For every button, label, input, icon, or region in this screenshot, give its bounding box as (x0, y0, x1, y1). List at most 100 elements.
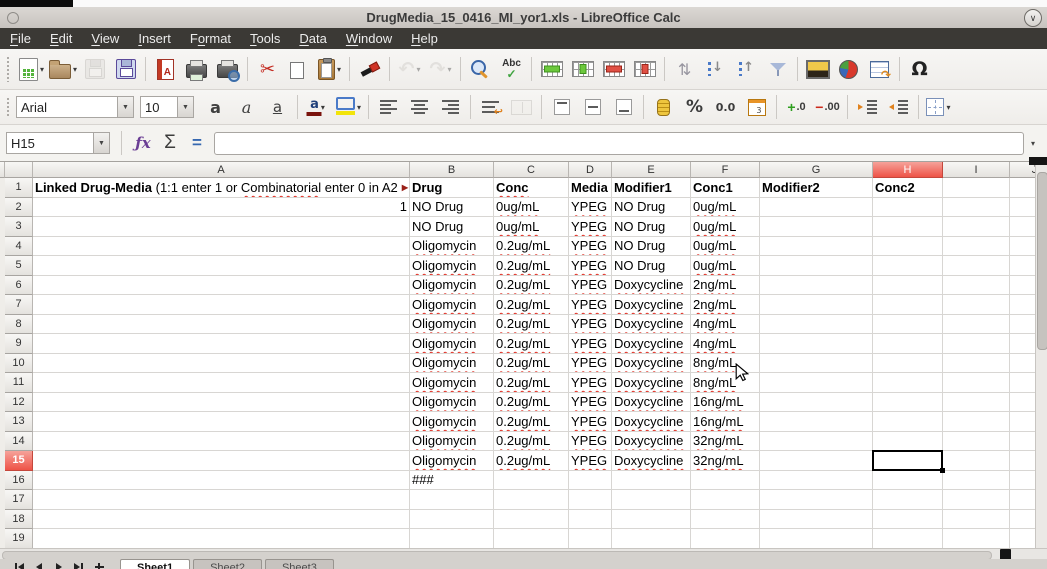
cell-I17[interactable] (943, 490, 1010, 510)
cell-G6[interactable] (760, 276, 873, 296)
row-header-19[interactable]: 19 (5, 529, 33, 548)
dropdown-arrow-icon[interactable]: ▾ (357, 103, 361, 112)
column-header-F[interactable]: F (691, 162, 760, 178)
menu-window[interactable]: Window (346, 31, 392, 46)
cell-I14[interactable] (943, 432, 1010, 452)
cell-J9[interactable] (1010, 334, 1035, 354)
cell-F10[interactable]: 8ng/mL (691, 354, 760, 374)
cell-E12[interactable]: Doxycycline (612, 393, 691, 413)
cell-E7[interactable]: Doxycycline (612, 295, 691, 315)
date-format-button[interactable] (741, 92, 772, 122)
cell-A5[interactable] (33, 256, 410, 276)
cell-D12[interactable]: YPEG (569, 393, 612, 413)
sort-button[interactable]: ⇅ (669, 54, 700, 84)
open-button[interactable]: ▾ (47, 54, 79, 84)
spelling-button[interactable]: Abc (496, 54, 527, 84)
menu-insert[interactable]: Insert (138, 31, 171, 46)
cell-B6[interactable]: Oligomycin (410, 276, 494, 296)
cell-E3[interactable]: NO Drug (612, 217, 691, 237)
cell-J5[interactable] (1010, 256, 1035, 276)
cell-B14[interactable]: Oligomycin (410, 432, 494, 452)
formula-input[interactable] (214, 132, 1024, 155)
menu-data[interactable]: Data (299, 31, 326, 46)
fill-handle[interactable] (940, 468, 945, 473)
dropdown-arrow-icon[interactable]: ▾ (447, 65, 451, 74)
row-header-9[interactable]: 9 (5, 334, 33, 354)
name-box[interactable]: ▼ (6, 132, 110, 154)
cell-F8[interactable]: 4ng/mL (691, 315, 760, 335)
cell-I6[interactable] (943, 276, 1010, 296)
last-sheet-button[interactable] (72, 561, 86, 569)
cell-J14[interactable] (1010, 432, 1035, 452)
cell-H1[interactable]: Conc2 (873, 178, 943, 198)
cell-B4[interactable]: Oligomycin (410, 237, 494, 257)
align-center-button[interactable] (404, 92, 435, 122)
highlight-color-button[interactable]: ▾ (333, 92, 364, 122)
cell-A3[interactable] (33, 217, 410, 237)
cell-F2[interactable]: 0ug/mL (691, 198, 760, 218)
italic-button[interactable]: a (231, 92, 262, 122)
cell-J16[interactable] (1010, 471, 1035, 491)
cell-B17[interactable] (410, 490, 494, 510)
font-size-combo[interactable]: ▼ (140, 96, 194, 118)
cell-I8[interactable] (943, 315, 1010, 335)
dropdown-arrow-icon[interactable]: ▾ (416, 65, 420, 74)
cell-B19[interactable] (410, 529, 494, 548)
cell-D14[interactable]: YPEG (569, 432, 612, 452)
cell-J19[interactable] (1010, 529, 1035, 548)
cell-A15[interactable] (33, 451, 410, 471)
cell-C12[interactable]: 0.2ug/mL (494, 393, 569, 413)
cell-I19[interactable] (943, 529, 1010, 548)
row-header-2[interactable]: 2 (5, 198, 33, 218)
cell-E4[interactable]: NO Drug (612, 237, 691, 257)
cell-J18[interactable] (1010, 510, 1035, 530)
cell-D18[interactable] (569, 510, 612, 530)
cell-E17[interactable] (612, 490, 691, 510)
cell-E6[interactable]: Doxycycline (612, 276, 691, 296)
cell-G14[interactable] (760, 432, 873, 452)
cell-A9[interactable] (33, 334, 410, 354)
cell-D16[interactable] (569, 471, 612, 491)
cell-I16[interactable] (943, 471, 1010, 491)
cell-F11[interactable]: 8ng/mL (691, 373, 760, 393)
cell-A13[interactable] (33, 412, 410, 432)
insert-column-button[interactable] (567, 54, 598, 84)
new-button[interactable]: ▾ (16, 54, 47, 84)
cell-I11[interactable] (943, 373, 1010, 393)
formula-button[interactable]: = (187, 130, 207, 156)
cell-B3[interactable]: NO Drug (410, 217, 494, 237)
cell-A16[interactable] (33, 471, 410, 491)
cell-E10[interactable]: Doxycycline (612, 354, 691, 374)
cell-D10[interactable]: YPEG (569, 354, 612, 374)
cell-F16[interactable] (691, 471, 760, 491)
cell-D19[interactable] (569, 529, 612, 548)
cell-G10[interactable] (760, 354, 873, 374)
cell-C3[interactable]: 0ug/mL (494, 217, 569, 237)
sum-button[interactable]: Σ (160, 130, 180, 156)
cell-J1[interactable] (1010, 178, 1035, 198)
cell-G3[interactable] (760, 217, 873, 237)
cell-D17[interactable] (569, 490, 612, 510)
vertical-scrollbar-thumb[interactable] (1037, 172, 1047, 350)
column-header-H[interactable]: H (873, 162, 943, 178)
cell-H2[interactable] (873, 198, 943, 218)
cell-J12[interactable] (1010, 393, 1035, 413)
expand-formula-bar-button[interactable]: ▾ (1031, 139, 1041, 148)
underline-button[interactable]: a (262, 92, 293, 122)
cell-C16[interactable] (494, 471, 569, 491)
vertical-scrollbar[interactable] (1035, 162, 1047, 548)
cell-F14[interactable]: 32ng/mL (691, 432, 760, 452)
cell-B18[interactable] (410, 510, 494, 530)
cell-B15[interactable]: Oligomycin (410, 451, 494, 471)
cell-E5[interactable]: NO Drug (612, 256, 691, 276)
cell-H18[interactable] (873, 510, 943, 530)
cell-B13[interactable]: Oligomycin (410, 412, 494, 432)
print-button[interactable] (181, 54, 212, 84)
cell-B7[interactable]: Oligomycin (410, 295, 494, 315)
column-header-B[interactable]: B (410, 162, 494, 178)
insert-row-button[interactable] (536, 54, 567, 84)
cell-G9[interactable] (760, 334, 873, 354)
font-name-input[interactable] (16, 96, 117, 118)
next-sheet-button[interactable] (52, 561, 66, 569)
cell-G12[interactable] (760, 393, 873, 413)
